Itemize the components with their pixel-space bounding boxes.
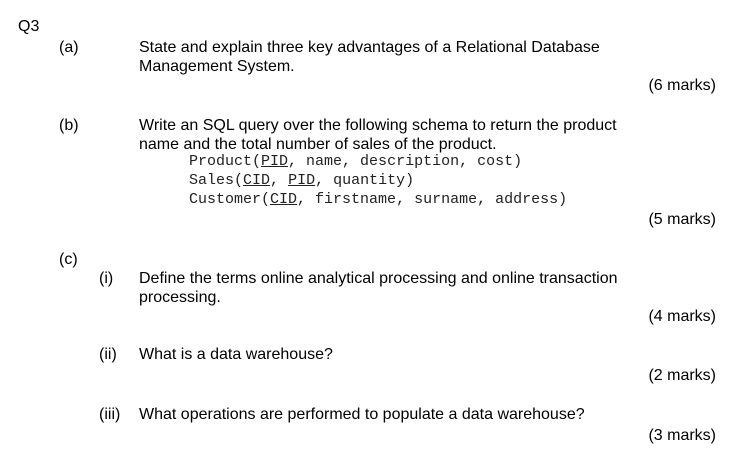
part-c-i-text-line1: Define the terms online analytical proce… (139, 270, 618, 287)
part-a-text-line2: Management System. (139, 58, 295, 75)
schema-sales-table: Sales (189, 172, 235, 189)
part-c-i-marks: (4 marks) (648, 308, 716, 325)
part-a-label: (a) (59, 39, 79, 56)
part-a-marks: (6 marks) (648, 77, 716, 94)
schema-customer-pk: CID (270, 191, 298, 208)
part-c-iii-label: (iii) (99, 406, 121, 423)
part-c-label: (c) (59, 251, 78, 268)
schema-sales-key-pid: PID (288, 172, 316, 189)
part-c-ii-label: (ii) (99, 346, 117, 363)
part-b-label: (b) (59, 117, 79, 134)
schema-product-table: Product (189, 153, 253, 170)
part-b-marks: (5 marks) (648, 211, 716, 228)
schema-product-pk: PID (261, 153, 289, 170)
schema-sales: Sales(CID, PID, quantity) (189, 172, 415, 189)
part-c-iii-marks: (3 marks) (648, 427, 716, 444)
part-c-i-text-line2: processing. (139, 289, 221, 306)
schema-customer: Customer(CID, firstname, surname, addres… (189, 191, 568, 208)
schema-sales-key-cid: CID (243, 172, 271, 189)
part-c-ii-marks: (2 marks) (648, 367, 716, 384)
part-a-text-line1: State and explain three key advantages o… (139, 39, 600, 56)
part-c-ii-text: What is a data warehouse? (139, 346, 333, 363)
part-c-i-label: (i) (99, 270, 114, 287)
question-number: Q3 (18, 18, 40, 35)
part-b-text-line1: Write an SQL query over the following sc… (139, 117, 617, 134)
exam-page: { "question": "Q3", "parts": { "a": { "l… (0, 0, 732, 461)
schema-product: Product(PID, name, description, cost) (189, 153, 523, 170)
part-c-iii-text: What operations are performed to populat… (139, 406, 585, 423)
schema-customer-table: Customer (189, 191, 262, 208)
